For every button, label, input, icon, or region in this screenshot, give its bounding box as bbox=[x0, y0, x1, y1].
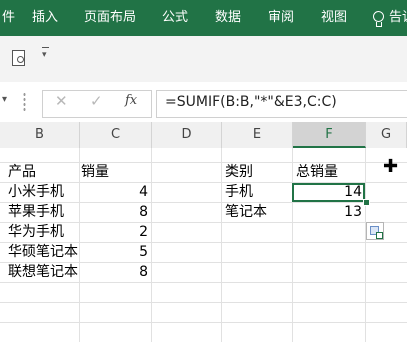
row-gridline bbox=[0, 162, 407, 163]
cell-f-header[interactable]: 总销量 bbox=[296, 163, 338, 182]
cell-product-sales[interactable]: 4 bbox=[80, 183, 148, 202]
quick-access-toolbar: ▾ bbox=[0, 36, 407, 83]
column-header-g[interactable]: G bbox=[366, 122, 407, 148]
column-header-f[interactable]: F bbox=[293, 122, 366, 148]
name-box-dropdown-icon[interactable]: ▾ bbox=[2, 94, 7, 105]
column-gridline bbox=[365, 148, 366, 342]
column-header-e[interactable]: E bbox=[222, 122, 293, 148]
column-gridline bbox=[151, 148, 152, 342]
cell-category-total[interactable]: 13 bbox=[293, 203, 362, 222]
column-header-c[interactable]: C bbox=[80, 122, 152, 148]
column-gridline bbox=[292, 148, 293, 342]
cell-b-header[interactable]: 产品 bbox=[8, 163, 36, 182]
formula-text: =SUMIF(B:B,"*"&E3,C:C) bbox=[165, 94, 337, 110]
cell-product-sales[interactable]: 5 bbox=[80, 243, 148, 262]
cell-category-name[interactable]: 手机 bbox=[225, 183, 253, 202]
cell-product-sales[interactable]: 8 bbox=[80, 203, 148, 222]
tab-page-layout[interactable]: 页面布局 bbox=[84, 0, 136, 36]
cell-product-name[interactable]: 小米手机 bbox=[8, 183, 64, 202]
quick-analysis-icon[interactable] bbox=[366, 222, 384, 240]
cell-product-name[interactable]: 苹果手机 bbox=[8, 203, 64, 222]
cell-product-name[interactable]: 华硕笔记本 bbox=[8, 243, 78, 262]
column-header-d[interactable]: D bbox=[152, 122, 222, 148]
fill-handle[interactable] bbox=[363, 199, 370, 206]
tab-data[interactable]: 数据 bbox=[215, 0, 241, 36]
cell-category-name[interactable]: 笔记本 bbox=[225, 203, 267, 222]
tell-me-label[interactable]: 告诉 bbox=[389, 0, 407, 36]
cancel-icon[interactable]: ✕ bbox=[55, 92, 68, 110]
tab-formulas[interactable]: 公式 bbox=[162, 0, 188, 36]
cell-c-header[interactable]: 销量 bbox=[81, 163, 109, 182]
cell-product-name[interactable]: 联想笔记本 bbox=[8, 263, 78, 282]
column-headers: B C D E F G bbox=[0, 122, 407, 149]
lightbulb-icon[interactable] bbox=[373, 11, 384, 27]
row-gridline bbox=[0, 302, 407, 303]
cell-cursor-icon: ✚ bbox=[383, 156, 399, 177]
cell-product-sales[interactable]: 2 bbox=[80, 223, 148, 242]
cell-product-name[interactable]: 华为手机 bbox=[8, 223, 64, 242]
enter-icon[interactable]: ✓ bbox=[90, 92, 103, 110]
cell-product-sales[interactable]: 8 bbox=[80, 263, 148, 282]
row-gridline bbox=[0, 282, 407, 283]
customize-toolbar-icon[interactable]: ▾ bbox=[42, 47, 49, 60]
print-preview-icon[interactable] bbox=[12, 50, 25, 66]
column-header-b[interactable]: B bbox=[0, 122, 80, 148]
tab-file[interactable]: 件 bbox=[2, 0, 15, 36]
tab-insert[interactable]: 插入 bbox=[32, 0, 58, 36]
tab-view[interactable]: 视图 bbox=[321, 0, 347, 36]
cell-e-header[interactable]: 类别 bbox=[225, 163, 253, 182]
formula-bar-grip-icon[interactable] bbox=[23, 92, 26, 112]
active-cell-border bbox=[292, 183, 365, 202]
formula-bar: ▾ ✕ ✓ fx =SUMIF(B:B,"*"&E3,C:C) bbox=[0, 82, 407, 123]
tab-review[interactable]: 审阅 bbox=[268, 0, 294, 36]
column-gridline bbox=[221, 148, 222, 342]
insert-function-button[interactable]: fx bbox=[125, 93, 137, 108]
ribbon-tab-bar: 件 插入 页面布局 公式 数据 审阅 视图 告诉 bbox=[0, 0, 407, 36]
row-gridline bbox=[0, 322, 407, 323]
